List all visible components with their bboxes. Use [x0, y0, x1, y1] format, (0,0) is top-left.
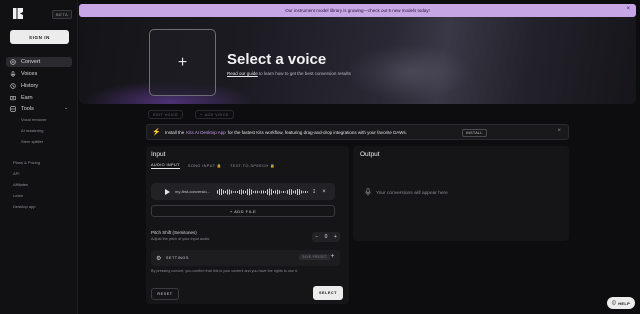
- app-banner-highlight: Kits AI Desktop App: [186, 129, 226, 135]
- close-icon[interactable]: ×: [626, 6, 630, 12]
- tab-label: TEXT-TO-SPEECH: [230, 164, 269, 168]
- install-button[interactable]: INSTALL: [462, 129, 487, 137]
- sign-in-button[interactable]: SIGN IN: [10, 30, 69, 44]
- hero: + Select a voice Read our guide to learn…: [79, 17, 636, 104]
- gear-icon: ⚙: [156, 255, 162, 262]
- input-panel: Input AUDIO INPUT SONG INPUT 🔒 TEXT-TO-S…: [146, 146, 349, 304]
- nav-label: Tools: [21, 106, 34, 112]
- nav-label: Convert: [21, 59, 41, 65]
- tab-song-input[interactable]: SONG INPUT 🔒: [188, 163, 222, 169]
- pitch-value: 0: [324, 234, 328, 240]
- plus-icon[interactable]: +: [330, 253, 335, 260]
- output-title: Output: [360, 151, 380, 158]
- help-label: HELP: [618, 300, 631, 306]
- nav-label: History: [21, 83, 39, 89]
- pitch-label: Pitch Shift (Semitones): [151, 230, 197, 235]
- link-learn[interactable]: Learn: [13, 193, 23, 198]
- play-icon[interactable]: [165, 188, 170, 195]
- tab-label: SONG INPUT: [187, 164, 216, 168]
- link-affiliates[interactable]: Affiliates: [13, 182, 28, 187]
- minus-icon[interactable]: −: [315, 234, 318, 240]
- add-voice-button[interactable]: + ADD VOICE: [195, 110, 234, 119]
- download-icon[interactable]: ↧: [312, 189, 316, 195]
- output-panel: Output Your conversions will appear here: [353, 146, 569, 241]
- pitch-description: Adjust the pitch of your input audio.: [151, 237, 211, 241]
- audio-player: my-first-conversio... ↧ ×: [151, 183, 335, 200]
- input-title: Input: [151, 151, 166, 158]
- plus-icon: +: [177, 53, 188, 71]
- tab-audio-input[interactable]: AUDIO INPUT: [151, 163, 180, 169]
- plus-icon[interactable]: +: [334, 234, 337, 240]
- app-banner-pre: Install the: [165, 129, 185, 135]
- edit-voice-button[interactable]: EDIT VOICE: [148, 110, 184, 119]
- tool-stem-splitter[interactable]: Stem splitter: [21, 139, 43, 144]
- waveform[interactable]: [217, 187, 309, 197]
- link-plans-pricing[interactable]: Plans & Pricing: [13, 160, 40, 165]
- beta-badge: BETA: [52, 10, 73, 19]
- nav-voices[interactable]: Voices: [6, 69, 72, 79]
- close-icon[interactable]: ×: [557, 128, 561, 134]
- kits-logo-icon[interactable]: [13, 8, 23, 19]
- app-banner-post: for the fastest Kits workflow, featuring…: [227, 129, 407, 135]
- save-preset-button[interactable]: SAVE PRESET: [299, 254, 331, 260]
- tool-vocal-remover[interactable]: Vocal remover: [21, 117, 47, 122]
- banner-text: Our instrument model library is growing—…: [285, 8, 430, 13]
- lock-icon: 🔒: [269, 164, 276, 168]
- nav-convert[interactable]: Convert: [6, 57, 72, 67]
- page-title: Select a voice: [227, 51, 327, 68]
- select-button[interactable]: SELECT: [313, 286, 343, 300]
- select-voice-box[interactable]: +: [149, 29, 216, 96]
- output-placeholder: Your conversions will appear here: [376, 190, 448, 196]
- tools-icon: [8, 104, 18, 114]
- nav-earn[interactable]: Earn: [6, 93, 72, 103]
- nav-tools[interactable]: Tools ⌄: [6, 104, 72, 114]
- tab-text-to-speech[interactable]: TEXT-TO-SPEECH 🔒: [230, 163, 275, 169]
- settings-label: SETTINGS: [165, 256, 189, 260]
- nav-label: Voices: [21, 71, 38, 77]
- history-icon: [8, 81, 18, 91]
- nav-label: Earn: [21, 95, 33, 101]
- plus-icon: +: [200, 112, 203, 117]
- tool-ai-mastering[interactable]: AI mastering: [21, 128, 43, 133]
- desktop-app-banner: ⚡ Install the Kits AI Desktop App for th…: [146, 124, 569, 140]
- reset-button[interactable]: RESET: [151, 288, 179, 300]
- voices-icon: [8, 69, 18, 79]
- chevron-down-icon: ⌄: [64, 105, 69, 111]
- help-button[interactable]: ⓘ HELP: [607, 297, 635, 309]
- link-desktop-app[interactable]: Desktop app: [13, 204, 35, 209]
- add-file-button[interactable]: + ADD FILE: [151, 205, 335, 217]
- pitch-stepper[interactable]: − 0 +: [312, 232, 340, 242]
- microphone-icon: [365, 188, 371, 198]
- input-tabs: AUDIO INPUT SONG INPUT 🔒 TEXT-TO-SPEECH …: [151, 163, 275, 169]
- nav-history[interactable]: History: [6, 81, 72, 91]
- file-name: my-first-conversio...: [175, 189, 210, 194]
- link-api[interactable]: API: [13, 171, 19, 176]
- guide-text: to learn how to get the best conversion …: [257, 71, 351, 76]
- sidebar: BETA SIGN IN Convert Voices History Earn…: [0, 0, 78, 314]
- convert-icon: [8, 57, 18, 67]
- lightning-icon: ⚡: [152, 129, 161, 136]
- add-voice-label: ADD VOICE: [204, 112, 229, 117]
- help-icon: ⓘ: [611, 300, 617, 305]
- tab-label: AUDIO INPUT: [151, 163, 180, 167]
- remove-icon[interactable]: ×: [322, 189, 326, 195]
- output-empty-state: Your conversions will appear here: [365, 188, 448, 198]
- consent-text: By pressing convert, you confirm that th…: [151, 269, 298, 273]
- earn-icon: [8, 93, 18, 103]
- lock-icon: 🔒: [216, 164, 223, 168]
- guide-link[interactable]: Read our guide: [227, 71, 258, 76]
- settings-row[interactable]: ⚙ SETTINGS SAVE PRESET +: [151, 250, 340, 266]
- announcement-banner[interactable]: Our instrument model library is growing—…: [79, 4, 636, 17]
- hero-subtitle: Read our guide to learn how to get the b…: [227, 71, 351, 76]
